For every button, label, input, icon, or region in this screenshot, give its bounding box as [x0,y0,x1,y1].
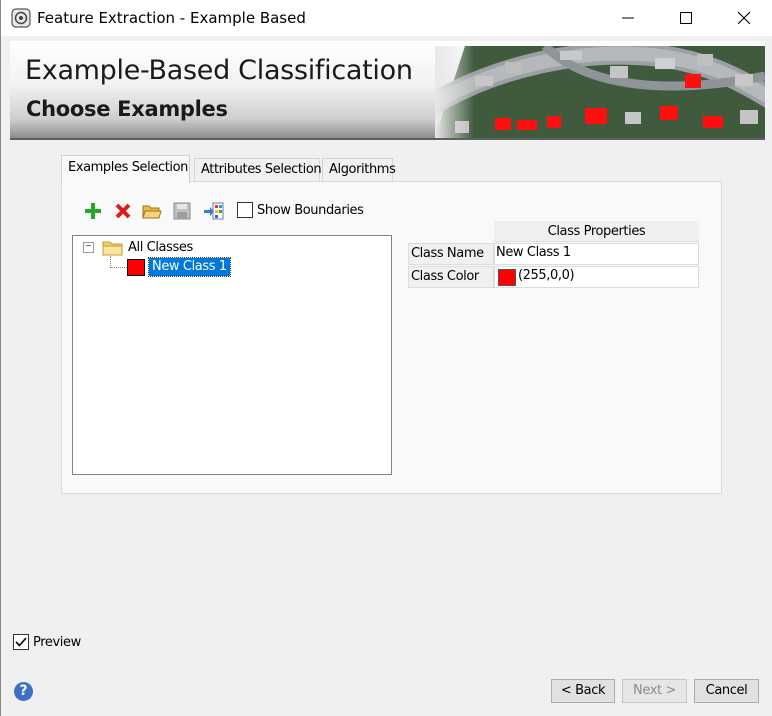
preview-box[interactable] [13,634,29,650]
preview-checkbox[interactable]: Preview [13,634,81,650]
open-button[interactable] [141,200,163,222]
tree-item-new-class-1[interactable]: New Class 1 [148,257,231,277]
class-color-field[interactable]: (255,0,0) [494,266,699,288]
aerial-image [435,46,765,138]
minimize-icon [622,17,634,19]
class-name-field[interactable]: New Class 1 [494,243,699,265]
show-boundaries-checkbox[interactable]: Show Boundaries [237,202,364,218]
class-color-swatch [127,259,145,276]
minimize-button[interactable] [599,0,657,36]
class-color-value: (255,0,0) [518,268,575,283]
tree-root-all-classes[interactable]: All Classes [128,240,193,255]
close-icon [738,12,750,24]
close-button[interactable] [715,0,772,36]
delete-class-icon [115,203,131,219]
tab-examples-selection[interactable]: Examples Selection [61,155,190,183]
import-icon [204,202,224,220]
class-properties-header: Class Properties [494,221,699,242]
delete-class-button[interactable] [112,200,134,222]
property-row-class-color: Class Color (255,0,0) [408,266,699,288]
cancel-button[interactable]: Cancel [694,679,759,703]
import-button[interactable] [203,200,225,222]
save-icon [173,202,191,220]
color-swatch[interactable] [498,269,516,286]
open-folder-icon [142,205,162,219]
next-button[interactable]: Next > [622,679,687,703]
window-title: Feature Extraction - Example Based [37,9,306,27]
app-icon [11,8,31,28]
folder-icon [102,239,124,259]
maximize-icon [680,12,692,24]
preview-label: Preview [33,634,81,650]
header-banner: Example-Based Classification Choose Exam… [10,41,765,140]
add-class-icon [85,203,101,219]
show-boundaries-box[interactable] [237,202,253,218]
property-row-class-name: Class Name New Class 1 [408,243,699,265]
checkmark-icon [15,637,27,647]
banner-title: Example-Based Classification [25,55,413,86]
collapse-toggle[interactable]: − [83,242,94,253]
maximize-button[interactable] [657,0,715,36]
save-button[interactable] [171,200,193,222]
property-name-label: Class Color [408,266,494,288]
back-button[interactable]: < Back [551,679,615,703]
add-class-button[interactable] [82,200,104,222]
tab-algorithms[interactable]: Algorithms [322,158,396,182]
dialog-window: Feature Extraction - Example Based Examp… [0,0,772,716]
tab-attributes-selection[interactable]: Attributes Selection [194,158,322,182]
tree-connector [111,267,127,268]
help-icon[interactable]: ? [14,682,33,701]
banner-subtitle: Choose Examples [26,97,228,121]
class-tree[interactable]: − All Classes New Class 1 [72,235,392,475]
show-boundaries-label: Show Boundaries [257,202,364,218]
title-bar: Feature Extraction - Example Based [1,0,772,36]
property-name-label: Class Name [408,243,494,265]
